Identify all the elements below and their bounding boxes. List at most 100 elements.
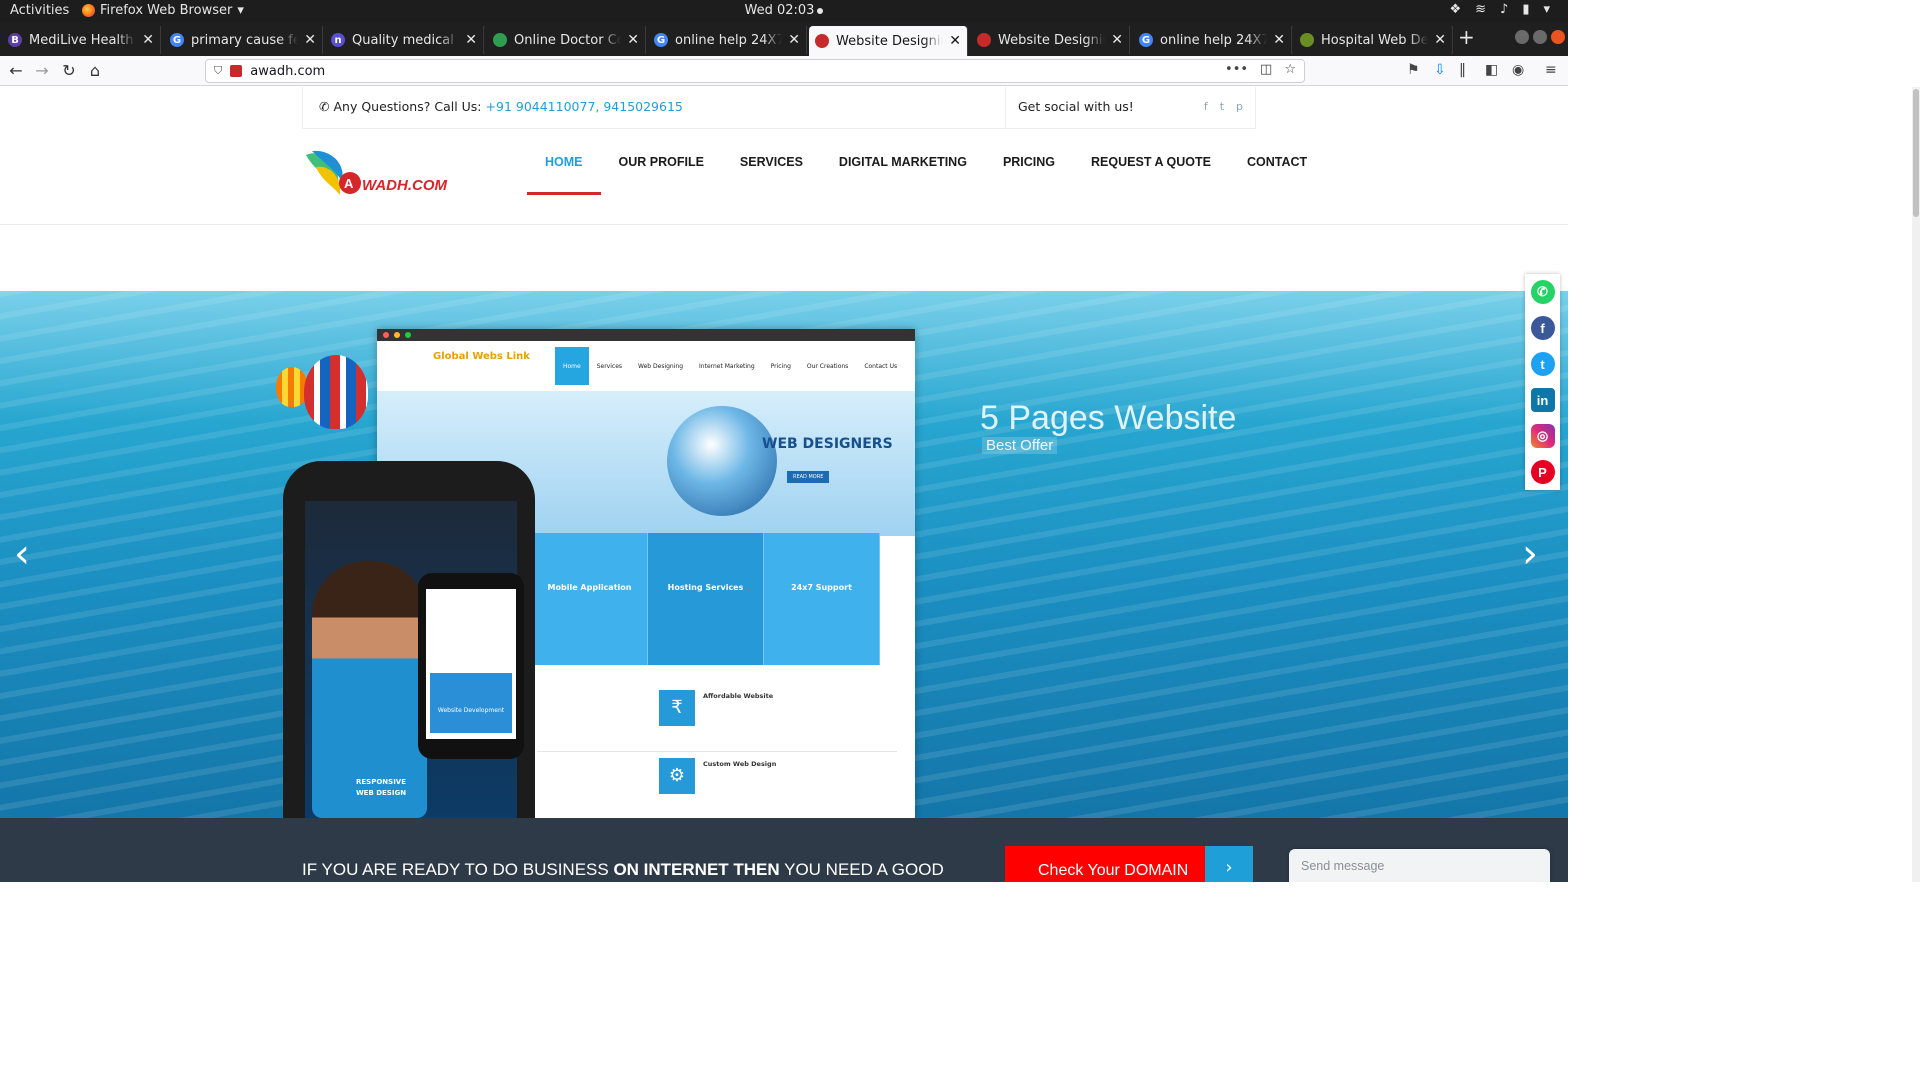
slide-title: 5 Pages Website xyxy=(980,399,1237,437)
page-actions-icon[interactable]: ••• xyxy=(1225,62,1248,77)
extensions-icon[interactable]: ⚑ xyxy=(1407,62,1420,78)
web-page: ✆ Any Questions? Call Us: +91 9044110077… xyxy=(0,87,1568,882)
hamburger-menu-icon[interactable]: ≡ xyxy=(1545,62,1557,78)
float-instagram[interactable]: ◎ xyxy=(1525,418,1560,454)
tab-favicon-icon xyxy=(815,34,829,48)
info-bar: ✆ Any Questions? Call Us: +91 9044110077… xyxy=(302,87,1256,129)
browser-tab[interactable]: Website Designing in ✕ xyxy=(809,26,968,56)
tab-favicon-icon: G xyxy=(654,33,668,47)
hero-slider: Global Webs Link Home Services Web Desig… xyxy=(0,291,1568,818)
tab-close-icon[interactable]: ✕ xyxy=(1111,32,1123,48)
tab-close-icon[interactable]: ✕ xyxy=(1434,32,1446,48)
tab-close-icon[interactable]: ✕ xyxy=(1273,32,1285,48)
mock-window-bar xyxy=(377,329,915,341)
mock-nav: Home Services Web Designing Internet Mar… xyxy=(555,347,905,385)
forward-icon[interactable]: → xyxy=(32,61,52,81)
url-bar[interactable]: ⛉ awadh.com ••• ◫ ☆ xyxy=(205,59,1305,83)
mock-close-icon xyxy=(383,332,389,338)
nav-services[interactable]: SERVICES xyxy=(722,135,821,195)
mock-row: ⚙ Custom Web Design xyxy=(537,752,897,818)
tab-favicon-icon: G xyxy=(1139,33,1153,47)
minimize-icon[interactable] xyxy=(1515,30,1529,44)
tab-close-icon[interactable]: ✕ xyxy=(465,32,477,48)
mock-row: ₹ Affordable Website xyxy=(537,684,897,752)
browser-tab[interactable]: Gonline help 24X7 ser ✕ xyxy=(648,26,807,54)
browser-tab[interactable]: Online Doctor Consu ✕ xyxy=(487,26,646,54)
nav-digital-marketing[interactable]: DIGITAL MARKETING xyxy=(821,135,985,195)
float-facebook[interactable]: f xyxy=(1525,310,1560,346)
wifi-icon[interactable]: ≋ xyxy=(1475,2,1486,17)
small-balloon-image xyxy=(276,367,308,407)
tab-title: Website Designing in xyxy=(836,33,943,49)
mock-nav-item: Pricing xyxy=(770,362,791,370)
nav-pricing[interactable]: PRICING xyxy=(985,135,1073,195)
nav-contact[interactable]: CONTACT xyxy=(1229,135,1325,195)
downloads-icon[interactable]: ⇩ xyxy=(1434,62,1446,78)
power-menu-icon[interactable]: ▾ xyxy=(1543,2,1550,17)
tab-close-icon[interactable]: ✕ xyxy=(949,33,961,49)
tab-favicon-icon xyxy=(1300,33,1314,47)
social-header: Get social with us! f t p xyxy=(1005,87,1257,129)
browser-tab[interactable]: B MediLive Health Cen ✕ xyxy=(2,26,161,54)
new-tab-button[interactable]: + xyxy=(1458,27,1475,47)
mock-banner-title: WEB DESIGNERS xyxy=(762,436,893,452)
chevron-right-icon[interactable]: › xyxy=(1205,846,1253,882)
mock-row-title: Custom Web Design xyxy=(703,760,777,768)
maximize-icon[interactable] xyxy=(1533,30,1547,44)
back-icon[interactable]: ← xyxy=(6,61,26,81)
url-text[interactable]: awadh.com xyxy=(250,64,325,79)
whatsapp-icon: ✆ xyxy=(1530,280,1555,304)
home-icon[interactable]: ⌂ xyxy=(85,61,105,81)
tab-close-icon[interactable]: ✕ xyxy=(304,32,316,48)
tab-close-icon[interactable]: ✕ xyxy=(627,32,639,48)
battery-icon[interactable]: ▮ xyxy=(1522,2,1529,17)
close-window-icon[interactable] xyxy=(1551,30,1565,44)
mock-minimize-icon xyxy=(394,332,400,338)
mock-header: Global Webs Link Home Services Web Desig… xyxy=(377,341,915,391)
nav-home[interactable]: HOME xyxy=(527,135,601,195)
nav-our-profile[interactable]: OUR PROFILE xyxy=(601,135,722,195)
call-info: ✆ Any Questions? Call Us: +91 9044110077… xyxy=(319,99,683,114)
site-logo[interactable]: A WADH.COM xyxy=(302,147,452,203)
slider-next-icon[interactable]: › xyxy=(1522,534,1538,574)
tab-favicon-icon xyxy=(493,33,507,47)
scrollbar-thumb[interactable] xyxy=(1913,89,1919,217)
pinterest-icon[interactable]: p xyxy=(1236,100,1243,113)
facebook-icon[interactable]: f xyxy=(1204,100,1208,113)
dropbox-icon[interactable]: ❖ xyxy=(1449,2,1461,17)
tab-close-icon[interactable]: ✕ xyxy=(142,32,154,48)
chat-widget[interactable]: Send message xyxy=(1289,849,1550,882)
reload-icon[interactable]: ↻ xyxy=(59,61,79,81)
float-linkedin[interactable]: in xyxy=(1525,382,1560,418)
bookmark-star-icon[interactable]: ☆ xyxy=(1284,62,1296,77)
system-tray[interactable]: ❖ ≋ ♪ ▮ ▾ xyxy=(1449,2,1550,17)
account-icon[interactable]: ◉ xyxy=(1512,62,1524,78)
volume-icon[interactable]: ♪ xyxy=(1500,2,1508,17)
browser-tab[interactable]: Website Designing in ✕ xyxy=(971,26,1130,54)
twitter-icon[interactable]: t xyxy=(1220,100,1224,113)
call-numbers[interactable]: +91 9044110077, 9415029615 xyxy=(486,99,683,114)
browser-tab[interactable]: Hospital Web Design ✕ xyxy=(1294,26,1453,54)
browser-tab[interactable]: Gonline help 24X7 ser ✕ xyxy=(1133,26,1292,54)
shield-icon[interactable]: ⛉ xyxy=(214,64,222,78)
page-scrollbar[interactable] xyxy=(1912,87,1920,882)
float-twitter[interactable]: t xyxy=(1525,346,1560,382)
mock-rows: ₹ Affordable Website ⚙ Custom Web Design xyxy=(537,684,897,818)
float-pinterest[interactable]: P xyxy=(1525,454,1560,490)
header-divider xyxy=(0,224,1568,225)
slide-subtitle: Best Offer xyxy=(982,437,1058,454)
tab-close-icon[interactable]: ✕ xyxy=(788,32,800,48)
slider-prev-icon[interactable]: ‹ xyxy=(14,534,30,574)
phone-label: Website Development xyxy=(437,707,505,714)
browser-tab[interactable]: n Quality medical care ✕ xyxy=(325,26,484,54)
nav-toolbar: ← → ↻ ⌂ ⛉ awadh.com ••• ◫ ☆ ⚑ ⇩ ‖ ◧ ◉ ≡ xyxy=(0,56,1568,86)
library-icon[interactable]: ‖ xyxy=(1459,62,1466,78)
sidebar-icon[interactable]: ◧ xyxy=(1485,62,1498,78)
check-domain-button[interactable]: Check Your DOMAIN xyxy=(1005,846,1205,882)
pocket-icon[interactable]: ◫ xyxy=(1260,62,1272,77)
browser-tab[interactable]: Gprimary cause fever ✕ xyxy=(164,26,323,54)
tab-title: online help 24X7 ser xyxy=(675,32,783,48)
clock[interactable]: Wed 02:03 xyxy=(0,3,1568,18)
nav-request-a-quote[interactable]: REQUEST A QUOTE xyxy=(1073,135,1229,195)
float-whatsapp[interactable]: ✆ xyxy=(1525,274,1560,310)
